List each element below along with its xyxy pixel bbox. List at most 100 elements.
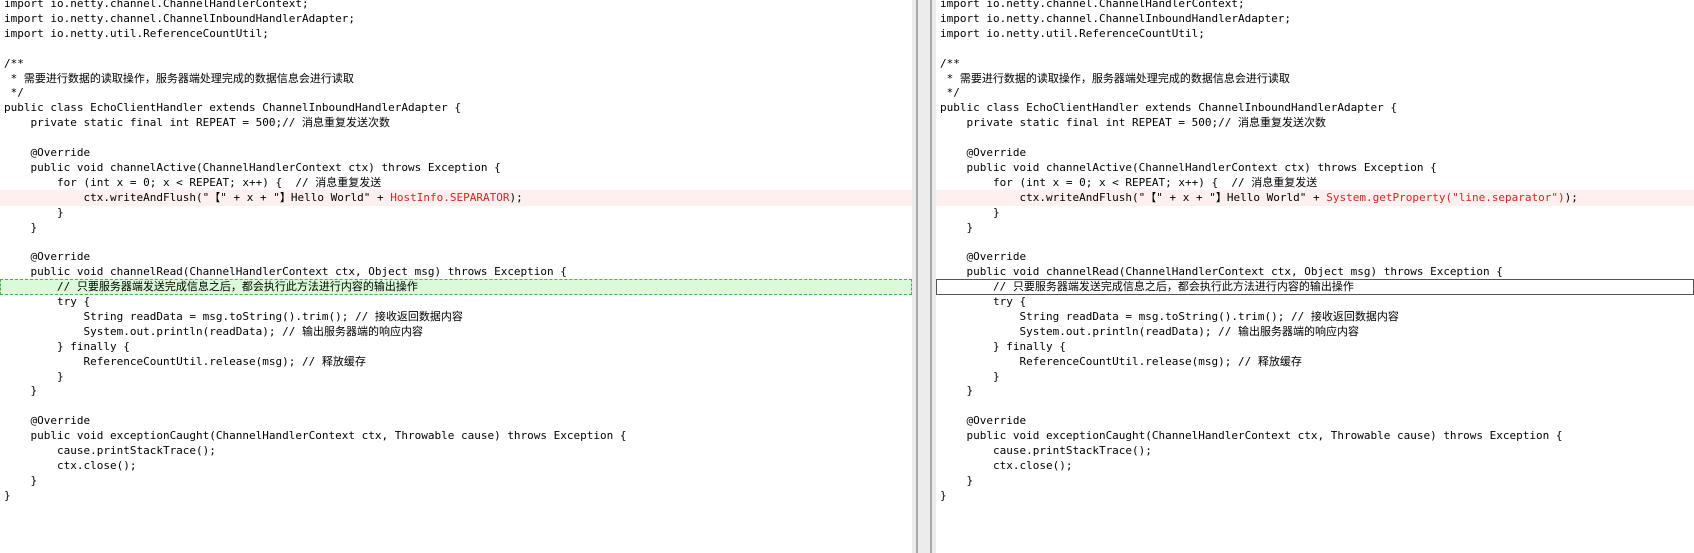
code-line[interactable]: */	[936, 85, 1694, 101]
code-text: String readData = msg.toString().trim();…	[4, 309, 463, 323]
code-text: ctx.close();	[4, 458, 137, 472]
code-text: }	[940, 384, 974, 398]
code-line[interactable]: /**	[0, 56, 912, 72]
code-line[interactable]: }	[0, 488, 912, 504]
code-line[interactable]: }	[936, 473, 1694, 489]
code-line[interactable]: public class EchoClientHandler extends C…	[936, 100, 1694, 116]
code-line[interactable]: public void channelActive(ChannelHandler…	[0, 160, 912, 176]
code-line[interactable]: // 只要服务器端发送完成信息之后，都会执行此方法进行内容的输出操作	[0, 279, 912, 296]
code-line[interactable]: }	[0, 369, 912, 385]
code-line[interactable]: cause.printStackTrace();	[0, 443, 912, 459]
code-line[interactable]: // 只要服务器端发送完成信息之后，都会执行此方法进行内容的输出操作	[936, 279, 1694, 296]
code-text: public void exceptionCaught(ChannelHandl…	[940, 429, 1563, 443]
code-text: }	[940, 369, 1000, 383]
code-line[interactable]: import io.netty.channel.ChannelInboundHa…	[0, 11, 912, 27]
code-line[interactable]: }	[936, 383, 1694, 399]
splitter-line-right	[930, 0, 932, 553]
code-text: public void channelRead(ChannelHandlerCo…	[4, 265, 567, 279]
code-line[interactable]: cause.printStackTrace();	[936, 443, 1694, 459]
code-line[interactable]: @Override	[936, 145, 1694, 161]
code-text: import io.netty.util.ReferenceCountUtil;	[4, 26, 269, 40]
code-line[interactable]	[0, 41, 912, 57]
code-line[interactable]: private static final int REPEAT = 500;//…	[0, 115, 912, 131]
code-line[interactable]	[0, 398, 912, 414]
code-text: /**	[940, 56, 960, 70]
code-line[interactable]: @Override	[936, 413, 1694, 429]
code-text: for (int x = 0; x < REPEAT; x++) { // 消息…	[940, 175, 1318, 189]
code-line[interactable]	[936, 41, 1694, 57]
code-line[interactable]: public void exceptionCaught(ChannelHandl…	[0, 428, 912, 444]
code-line[interactable]: public void channelRead(ChannelHandlerCo…	[936, 264, 1694, 280]
code-line[interactable]: */	[0, 85, 912, 101]
code-line[interactable]: ctx.close();	[936, 458, 1694, 474]
code-line[interactable]: }	[0, 205, 912, 221]
code-line[interactable]: @Override	[0, 249, 912, 265]
code-line[interactable]	[0, 234, 912, 250]
code-line[interactable]: }	[936, 220, 1694, 236]
code-line[interactable]: import io.netty.channel.ChannelInboundHa…	[936, 11, 1694, 27]
code-text: private static final int REPEAT = 500;//…	[940, 116, 1327, 130]
code-line[interactable]	[936, 398, 1694, 414]
code-line[interactable]: try {	[0, 294, 912, 310]
code-line[interactable]: public class EchoClientHandler extends C…	[0, 100, 912, 116]
code-text: ctx.close();	[940, 458, 1073, 472]
code-line[interactable]: }	[936, 488, 1694, 504]
pane-splitter[interactable]	[912, 0, 936, 553]
code-line[interactable]: public void exceptionCaught(ChannelHandl…	[936, 428, 1694, 444]
code-text: public void channelActive(ChannelHandler…	[4, 160, 501, 174]
code-line[interactable]: String readData = msg.toString().trim();…	[0, 309, 912, 325]
code-line[interactable]: String readData = msg.toString().trim();…	[936, 309, 1694, 325]
code-line[interactable]: }	[0, 473, 912, 489]
code-text: } finally {	[940, 339, 1066, 353]
code-line[interactable]	[936, 234, 1694, 250]
code-line[interactable]: System.out.println(readData); // 输出服务器端的…	[0, 324, 912, 340]
code-line[interactable]: private static final int REPEAT = 500;//…	[936, 115, 1694, 131]
code-line[interactable]: }	[0, 383, 912, 399]
code-text: System.out.println(readData); // 输出服务器端的…	[940, 324, 1360, 338]
code-text: cause.printStackTrace();	[4, 444, 216, 457]
code-text: import io.netty.channel.ChannelInboundHa…	[940, 11, 1291, 25]
code-line[interactable]: @Override	[0, 145, 912, 161]
right-code-pane[interactable]: import io.netty.channel.ChannelHandlerCo…	[936, 0, 1694, 553]
code-line[interactable]: } finally {	[0, 339, 912, 355]
code-text: @Override	[4, 250, 91, 264]
code-line[interactable]: ReferenceCountUtil.release(msg); // 释放缓存	[936, 354, 1694, 370]
code-text: }	[4, 384, 38, 398]
code-text: public void exceptionCaught(ChannelHandl…	[4, 429, 627, 443]
code-line[interactable]: ctx.writeAndFlush("【" + x + "】Hello Worl…	[936, 189, 1694, 206]
code-line[interactable]: import io.netty.util.ReferenceCountUtil;	[0, 26, 912, 42]
code-text: }	[4, 205, 64, 219]
code-line[interactable]: @Override	[936, 249, 1694, 265]
code-text: import io.netty.util.ReferenceCountUtil;	[940, 26, 1205, 40]
code-line[interactable]: ctx.writeAndFlush("【" + x + "】Hello Worl…	[0, 189, 912, 206]
code-line[interactable]: ReferenceCountUtil.release(msg); // 释放缓存	[0, 354, 912, 370]
code-text: }	[4, 488, 11, 502]
code-text: ctx.writeAndFlush("【" + x + "】Hello Worl…	[940, 190, 1327, 204]
code-line[interactable]: ctx.close();	[0, 458, 912, 474]
code-text: }	[4, 369, 64, 383]
code-text: public class EchoClientHandler extends C…	[4, 101, 461, 115]
code-line[interactable]: } finally {	[936, 339, 1694, 355]
code-line[interactable]: }	[936, 369, 1694, 385]
diff-highlight: HostInfo.SEPARATOR	[390, 190, 510, 204]
code-line[interactable]: public void channelRead(ChannelHandlerCo…	[0, 264, 912, 280]
code-line[interactable]	[0, 130, 912, 146]
code-line[interactable]: @Override	[0, 413, 912, 429]
left-code-pane[interactable]: import io.netty.channel.ChannelHandlerCo…	[0, 0, 912, 553]
code-line[interactable]: }	[936, 205, 1694, 221]
diff-highlight: System.getProperty("line.separator")	[1326, 190, 1565, 204]
code-line[interactable]: * 需要进行数据的读取操作，服务器端处理完成的数据信息会进行读取	[0, 71, 912, 87]
code-line[interactable]: for (int x = 0; x < REPEAT; x++) { // 消息…	[936, 175, 1694, 191]
code-line[interactable]: try {	[936, 294, 1694, 310]
code-line[interactable]: }	[0, 220, 912, 236]
code-line[interactable]: System.out.println(readData); // 输出服务器端的…	[936, 324, 1694, 340]
code-line[interactable]: import io.netty.util.ReferenceCountUtil;	[936, 26, 1694, 42]
code-line[interactable]: public void channelActive(ChannelHandler…	[936, 160, 1694, 176]
code-text: @Override	[4, 146, 91, 159]
code-text: private static final int REPEAT = 500;//…	[4, 116, 391, 130]
code-line[interactable]: /**	[936, 56, 1694, 72]
code-line[interactable]: for (int x = 0; x < REPEAT; x++) { // 消息…	[0, 175, 912, 191]
code-line[interactable]: * 需要进行数据的读取操作，服务器端处理完成的数据信息会进行读取	[936, 71, 1694, 87]
code-text: }	[4, 473, 38, 487]
code-line[interactable]	[936, 130, 1694, 146]
